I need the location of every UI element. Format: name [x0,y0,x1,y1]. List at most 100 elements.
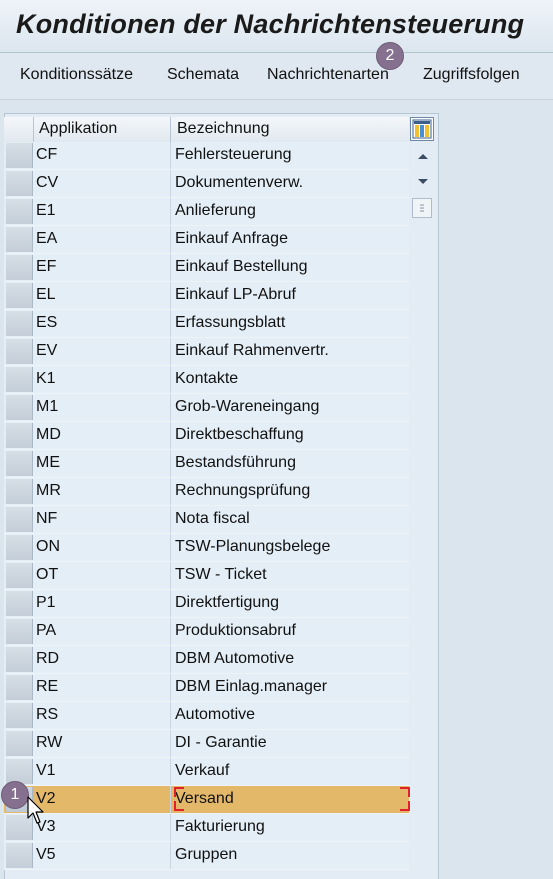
cell-bezeichnung[interactable]: DI - Garantie [175,734,267,752]
cell-bezeichnung[interactable]: Grob-Wareneingang [175,398,319,416]
cell-applikation[interactable]: M1 [36,398,58,416]
cell-bezeichnung[interactable]: TSW - Ticket [175,566,267,584]
cell-bezeichnung[interactable]: DBM Automotive [175,650,294,668]
cell-bezeichnung[interactable]: Rechnungsprüfung [175,482,310,500]
table-row[interactable]: CV Dokumentenverw. [4,170,409,198]
konditionssaetze-button[interactable]: Konditionssätze [20,66,133,84]
row-selector[interactable] [6,619,33,644]
cell-bezeichnung[interactable]: Produktionsabruf [175,622,296,640]
row-selector[interactable] [6,283,33,308]
cell-applikation[interactable]: RW [36,734,62,752]
cell-bezeichnung[interactable]: Einkauf Bestellung [175,258,308,276]
scrollbar-thumb[interactable] [412,198,432,218]
cell-applikation[interactable]: NF [36,510,57,528]
row-selector[interactable] [6,703,33,728]
row-selector[interactable] [6,339,33,364]
row-selector[interactable] [6,199,33,224]
table-row[interactable]: P1 Direktfertigung [4,590,409,618]
row-selector[interactable] [6,367,33,392]
row-selector[interactable] [6,759,33,784]
row-selector[interactable] [6,227,33,252]
column-header-bezeichnung[interactable]: Bezeichnung [177,120,270,138]
cell-applikation[interactable]: OT [36,566,58,584]
row-selector[interactable] [6,535,33,560]
cell-bezeichnung[interactable]: Bestandsführung [175,454,296,472]
vertical-scrollbar[interactable] [410,142,436,878]
row-selector[interactable] [6,507,33,532]
cell-applikation[interactable]: EV [36,342,57,360]
arrow-up-icon[interactable] [412,146,434,168]
row-selector[interactable] [6,171,33,196]
cell-bezeichnung[interactable]: TSW-Planungsbelege [175,538,330,556]
cell-bezeichnung[interactable]: Gruppen [175,846,237,864]
cell-bezeichnung[interactable]: Direktbeschaffung [175,426,304,444]
table-row[interactable]: V1 Verkauf [4,758,409,786]
row-selector[interactable] [6,731,33,756]
cell-applikation[interactable]: V1 [36,762,56,780]
cell-applikation[interactable]: EL [36,286,56,304]
cell-applikation[interactable]: CV [36,174,58,192]
cell-bezeichnung[interactable]: Erfassungsblatt [175,314,285,332]
row-selector[interactable] [6,843,33,868]
table-row[interactable]: M1 Grob-Wareneingang [4,394,409,422]
cell-bezeichnung[interactable]: Einkauf Anfrage [175,230,288,248]
table-row[interactable]: V5 Gruppen [4,842,409,870]
row-selector[interactable] [6,647,33,672]
table-row[interactable]: NF Nota fiscal [4,506,409,534]
cell-bezeichnung[interactable]: DBM Einlag.manager [175,678,327,696]
cell-bezeichnung[interactable]: Fehlersteuerung [175,146,292,164]
table-settings-icon[interactable] [410,117,434,141]
table-row[interactable]: RE DBM Einlag.manager [4,674,409,702]
column-header-applikation[interactable]: Applikation [39,120,117,138]
table-row[interactable]: RW DI - Garantie [4,730,409,758]
cell-applikation[interactable]: ON [36,538,60,556]
table-row[interactable]: OT TSW - Ticket [4,562,409,590]
schemata-button[interactable]: Schemata [167,66,239,84]
row-selector[interactable] [6,311,33,336]
cell-bezeichnung[interactable]: Dokumentenverw. [175,174,303,192]
table-row[interactable]: CF Fehlersteuerung [4,142,409,170]
row-selector[interactable] [6,675,33,700]
table-row[interactable]: RS Automotive [4,702,409,730]
table-row[interactable]: MR Rechnungsprüfung [4,478,409,506]
cell-bezeichnung[interactable]: Einkauf LP-Abruf [175,286,296,304]
cell-applikation[interactable]: EA [36,230,57,248]
row-selector[interactable] [6,479,33,504]
table-row[interactable]: PA Produktionsabruf [4,618,409,646]
table-row[interactable]: ES Erfassungsblatt [4,310,409,338]
table-row[interactable]: RD DBM Automotive [4,646,409,674]
table-row[interactable]: EV Einkauf Rahmenvertr. [4,338,409,366]
zugriffsfolgen-button[interactable]: Zugriffsfolgen [423,66,520,84]
table-row[interactable]: EF Einkauf Bestellung [4,254,409,282]
table-row[interactable]: MD Direktbeschaffung [4,422,409,450]
nachrichtenarten-button[interactable]: Nachrichtenarten [267,66,389,84]
cell-applikation[interactable]: CF [36,146,57,164]
table-row[interactable]: K1 Kontakte [4,366,409,394]
cell-bezeichnung[interactable]: Anlieferung [175,202,256,220]
cell-bezeichnung[interactable]: Fakturierung [175,818,265,836]
row-selector[interactable] [6,451,33,476]
row-selector[interactable] [6,423,33,448]
cell-applikation[interactable]: PA [36,622,56,640]
table-row[interactable]: EA Einkauf Anfrage [4,226,409,254]
cell-applikation[interactable]: MD [36,426,61,444]
cell-applikation[interactable]: RE [36,678,58,696]
row-selector[interactable] [6,591,33,616]
cell-applikation[interactable]: RD [36,650,59,668]
table-row[interactable]: V3 Fakturierung [4,814,409,842]
cell-bezeichnung[interactable]: Einkauf Rahmenvertr. [175,342,329,360]
cell-applikation[interactable]: E1 [36,202,56,220]
table-row[interactable]: ON TSW-Planungsbelege [4,534,409,562]
row-selector[interactable] [6,563,33,588]
cell-applikation[interactable]: K1 [36,370,56,388]
cell-bezeichnung[interactable]: Automotive [175,706,255,724]
cell-bezeichnung[interactable]: Verkauf [175,762,229,780]
cell-applikation[interactable]: ME [36,454,60,472]
cell-bezeichnung[interactable]: Kontakte [175,370,238,388]
row-selector[interactable] [6,395,33,420]
table-row[interactable]: V2 Versand [4,786,410,814]
arrow-down-icon[interactable] [412,170,434,192]
table-row[interactable]: E1 Anlieferung [4,198,409,226]
cell-applikation[interactable]: P1 [36,594,56,612]
row-selector[interactable] [6,143,33,168]
